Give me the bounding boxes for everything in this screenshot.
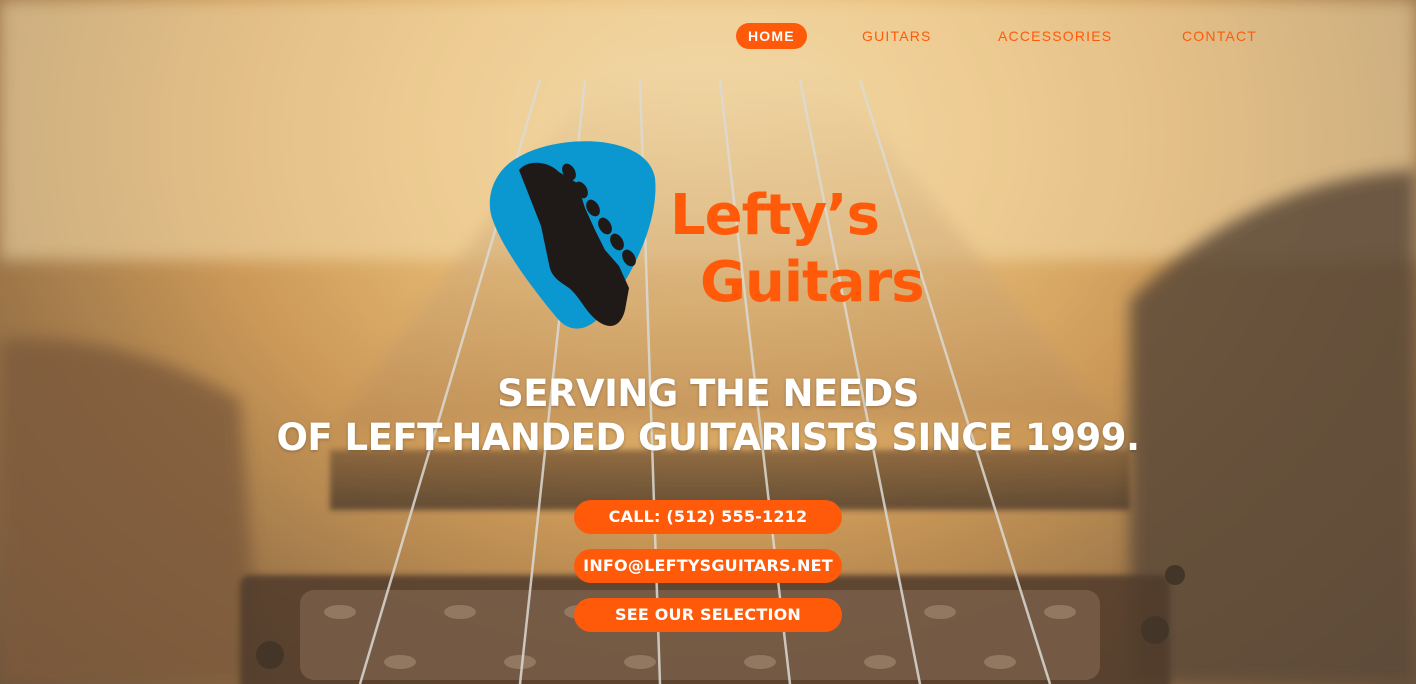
logo-text-line1: Lefty’s [670,183,880,248]
logo-text-line2: Guitars [700,250,925,315]
call-button[interactable]: CALL: (512) 555-1212 [574,500,842,534]
nav-home-link[interactable]: HOME [736,23,807,49]
guitar-pick-headstock-icon [489,141,656,329]
see-selection-button[interactable]: SEE OUR SELECTION [574,598,842,632]
nav-guitars-link[interactable]: GUITARS [862,23,932,49]
nav-accessories-link[interactable]: ACCESSORIES [998,23,1112,49]
email-button[interactable]: INFO@LEFTYSGUITARS.NET [574,549,842,583]
headline-line2: OF LEFT-HANDED GUITARISTS SINCE 1999. [276,416,1140,459]
site-logo[interactable]: Lefty’s Guitars [487,138,927,338]
headline: SERVING THE NEEDS OF LEFT-HANDED GUITARI… [0,372,1416,460]
main-nav: HOME GUITARS ACCESSORIES CONTACT [0,23,1416,49]
hero-section: HOME GUITARS ACCESSORIES CONTACT Lefty’s… [0,0,1416,684]
nav-contact-link[interactable]: CONTACT [1182,23,1257,49]
headline-line1: SERVING THE NEEDS [497,372,919,415]
